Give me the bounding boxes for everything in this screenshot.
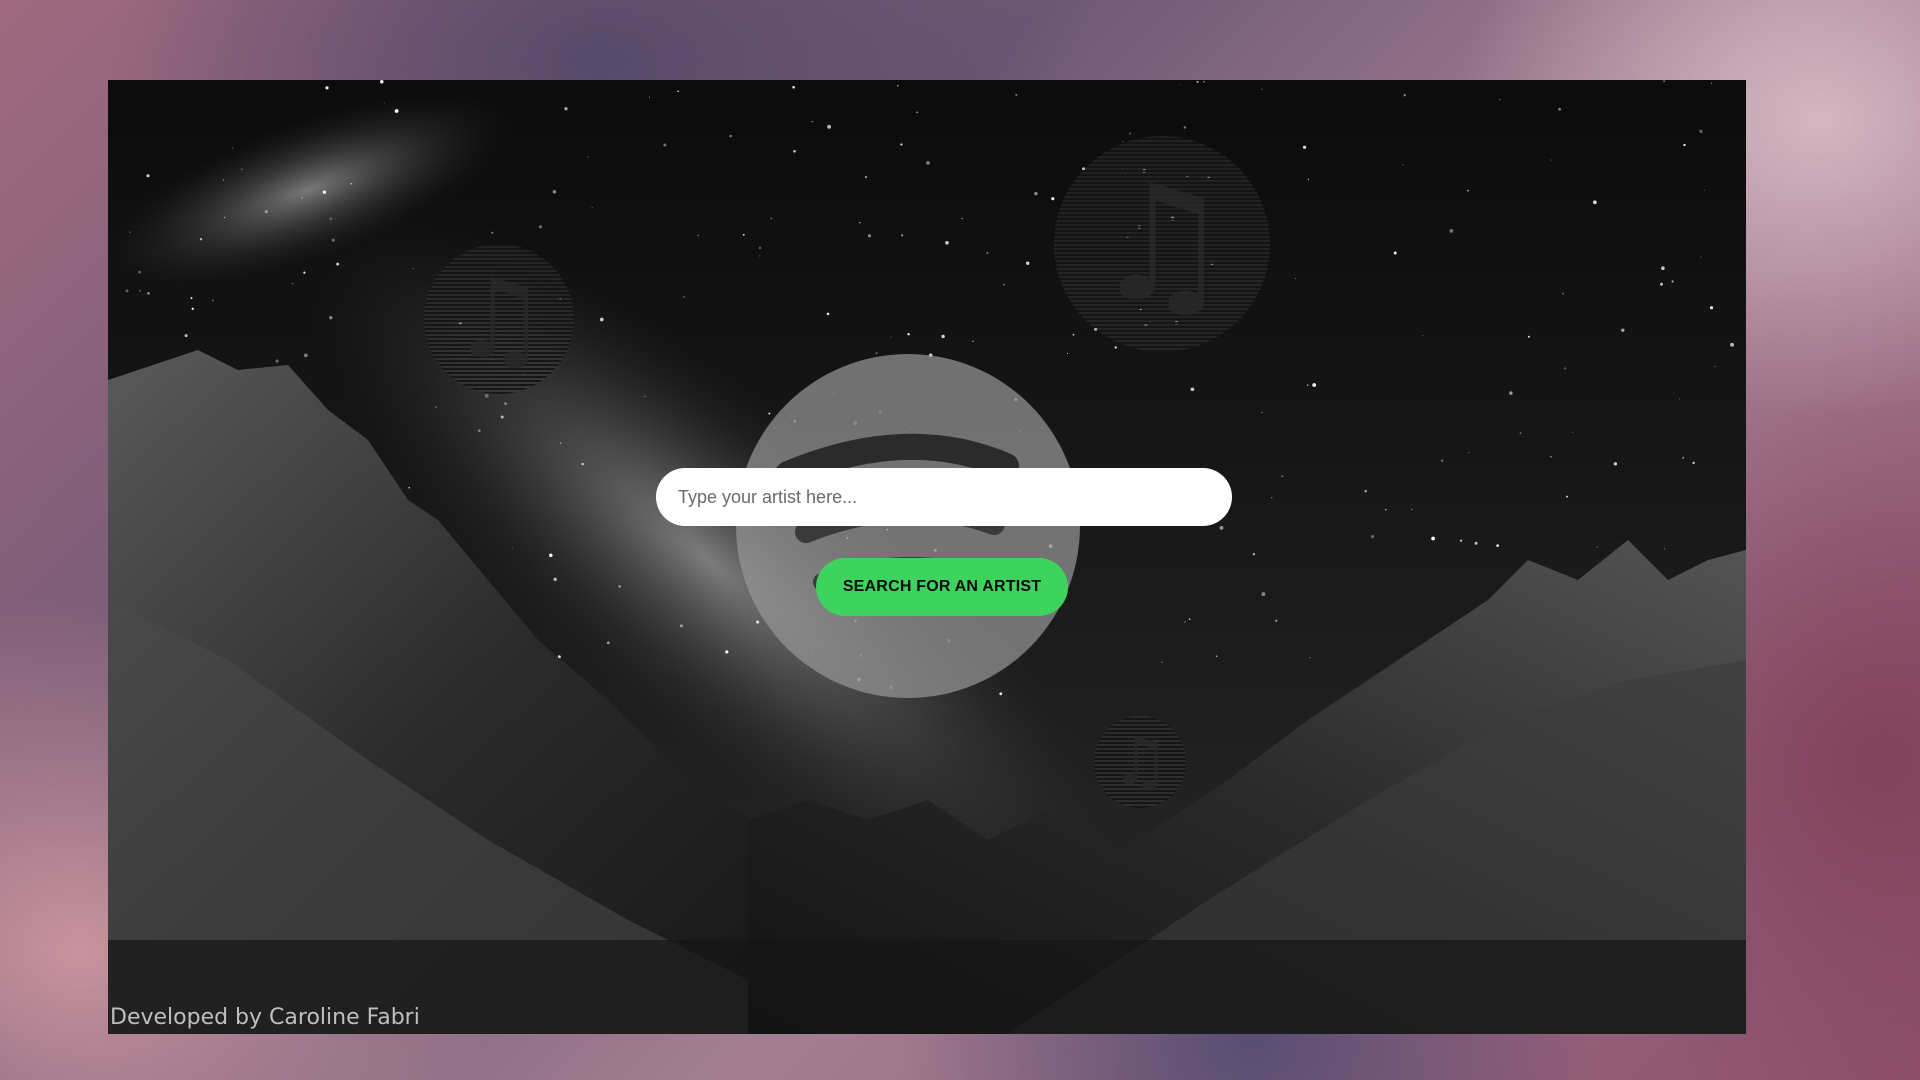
music-note-disc-left: ♫ [424,244,574,394]
music-note-icon: ♫ [449,255,549,383]
music-note-icon: ♫ [1090,150,1234,337]
artist-search-input[interactable] [656,468,1232,526]
search-artist-button[interactable]: SEARCH FOR AN ARTIST [816,558,1068,616]
music-note-disc-top-right: ♫ [1054,136,1270,352]
spotify-logo-icon [736,354,1080,698]
app-window: ♫ ♫ ♫ SEARCH FOR AN ARTIST Developed by … [108,80,1746,1034]
developer-credit: Developed by Caroline Fabri [110,1005,420,1030]
music-note-icon: ♫ [1110,723,1170,800]
spotify-waves [775,433,1019,591]
music-note-disc-bottom: ♫ [1094,716,1186,808]
